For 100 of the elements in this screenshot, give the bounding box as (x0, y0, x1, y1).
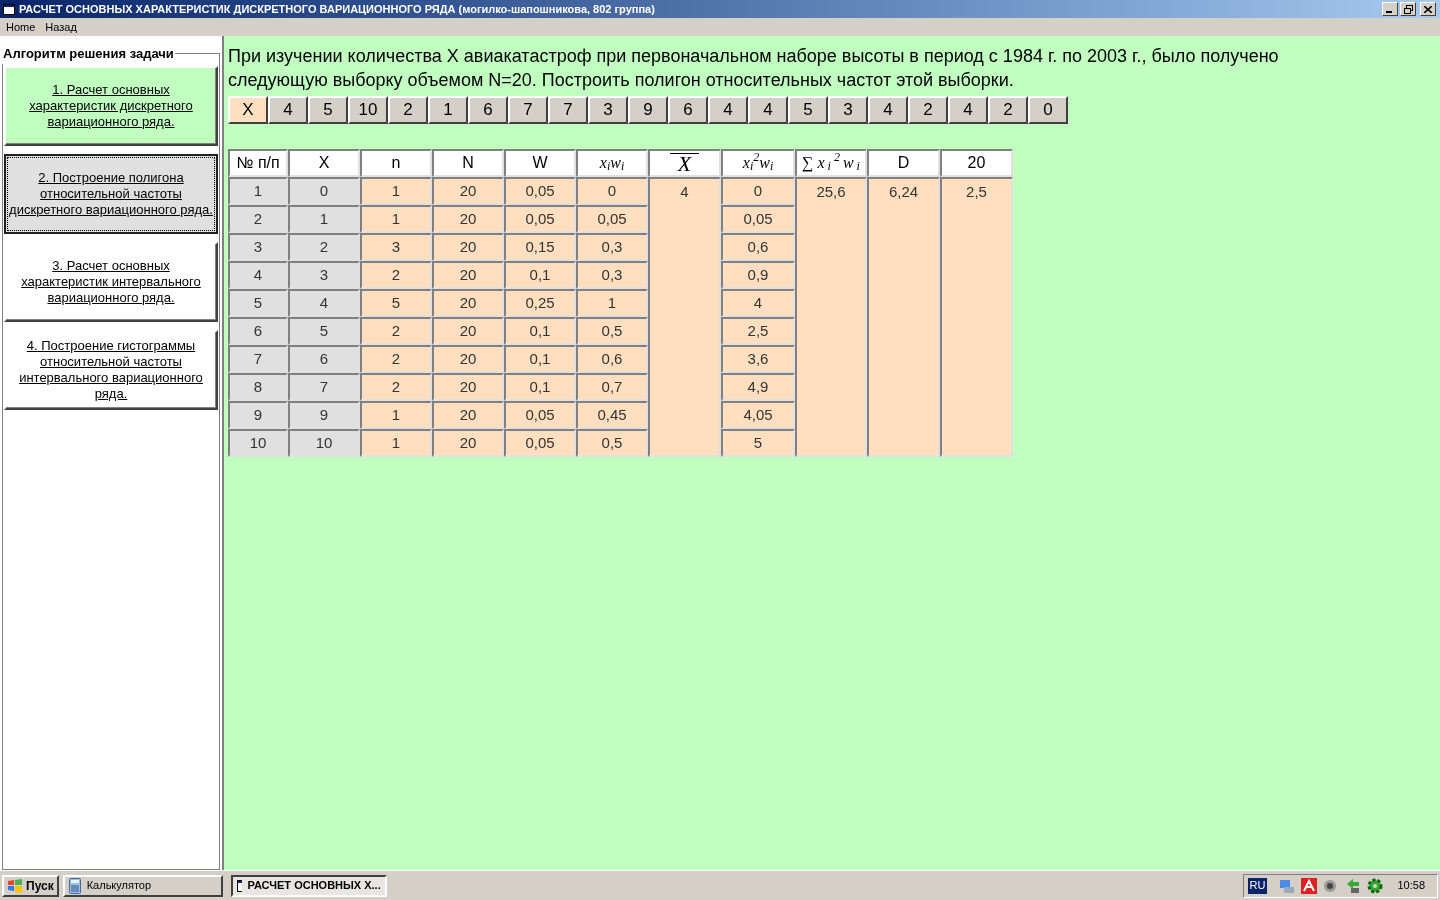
restore-button[interactable] (1400, 2, 1416, 16)
sample-cell: 2 (988, 96, 1028, 124)
table-cell: 6 (288, 345, 360, 373)
sample-cell: 2 (908, 96, 948, 124)
column-header: N (432, 149, 504, 177)
start-button[interactable]: Пуск (2, 874, 59, 897)
table-cell: 0,25 (504, 289, 576, 317)
column-header: n (360, 149, 432, 177)
minimize-button[interactable] (1382, 2, 1398, 16)
table-cell: 0 (288, 177, 360, 205)
table-cell: 7 (288, 373, 360, 401)
table-cell: 10 (228, 429, 288, 457)
table-cell: 2 (360, 345, 432, 373)
group-title: Алгоритм решения задачи (2, 45, 175, 63)
task-text: При изучении количества X авиакатастроф при первоначальном наборе высоты в период с 1984 г. по 2003 г., было получено следующую выборку объемом N=20. Построить полигон относительных частот этой выборки. (228, 45, 1280, 92)
sample-cell: 6 (468, 96, 508, 124)
window-icon (236, 879, 242, 892)
table-cell: 25,6 (795, 177, 867, 457)
column-header: D (867, 149, 940, 177)
sample-cell: 4 (948, 96, 988, 124)
sample-cell: 10 (348, 96, 388, 124)
sample-cell: 7 (508, 96, 548, 124)
calculator-icon (68, 877, 81, 894)
sample-cell: 4 (748, 96, 788, 124)
table-cell: 20 (432, 345, 504, 373)
table-cell: 4 (288, 289, 360, 317)
table-cell: 0,05 (721, 205, 795, 233)
table-cell: 2 (360, 373, 432, 401)
table-cell: 0,1 (504, 317, 576, 345)
table-cell: 20 (432, 289, 504, 317)
table-cell: 0,3 (576, 233, 648, 261)
table-cell: 0,5 (576, 317, 648, 345)
table-cell: 5 (228, 289, 288, 317)
table-cell: 0 (576, 177, 648, 205)
table-cell: 2,5 (721, 317, 795, 345)
taskbar-button[interactable]: РАСЧЕТ ОСНОВНЫХ Х... (230, 874, 387, 897)
table-cell: 1 (360, 177, 432, 205)
table-cell: 2,5 (940, 177, 1013, 457)
table-cell: 20 (432, 317, 504, 345)
sample-cell: 0 (1028, 96, 1068, 124)
menu-button[interactable]: 1. Расчет основных характеристик дискретного вариационного ряда. (4, 65, 218, 146)
clock: 10:58 (1397, 878, 1425, 894)
taskbar-button[interactable]: Калькулятор (62, 874, 223, 897)
table-cell: 5 (721, 429, 795, 457)
table-cell: 0,05 (576, 205, 648, 233)
sample-cell: 2 (388, 96, 428, 124)
column-header: № п/п (228, 149, 288, 177)
language-indicator[interactable]: RU (1247, 877, 1268, 894)
table-cell: 2 (288, 233, 360, 261)
restore-icon (1403, 4, 1413, 14)
gear-icon[interactable] (1367, 877, 1384, 894)
table-cell: 5 (360, 289, 432, 317)
table-cell: 3,6 (721, 345, 795, 373)
menu-button[interactable]: 3. Расчет основных характеристик интервального вариационного ряда. (4, 241, 218, 322)
sample-cell: 4 (868, 96, 908, 124)
menu-button[interactable]: 4. Построение гистограммы относительной частоты интервального вариационного ряда. (4, 329, 218, 410)
window-icon (3, 3, 15, 15)
sample-cell: 4 (268, 96, 308, 124)
menu-item[interactable]: Назад (41, 18, 81, 36)
table-cell: 9 (288, 401, 360, 429)
table-cell: 0,05 (504, 429, 576, 457)
table-cell: 20 (432, 261, 504, 289)
sample-cell: 9 (628, 96, 668, 124)
column-header: W (504, 149, 576, 177)
table-cell: 4 (648, 177, 721, 457)
table-cell: 0,1 (504, 373, 576, 401)
table-cell: 0,3 (576, 261, 648, 289)
table-cell: 0,15 (504, 233, 576, 261)
table-cell: 3 (360, 233, 432, 261)
table-cell: 0,5 (576, 429, 648, 457)
table-cell: 20 (432, 429, 504, 457)
table-cell: 8 (228, 373, 288, 401)
sample-cell: 1 (428, 96, 468, 124)
close-button[interactable] (1420, 2, 1436, 16)
sample-cell: 5 (788, 96, 828, 124)
table-cell: 9 (228, 401, 288, 429)
windows-logo (7, 878, 23, 893)
table-cell: 0 (721, 177, 795, 205)
menu-button[interactable]: 2. Построение полигона относительной частоты дискретного вариационного ряда. (4, 153, 218, 234)
column-header: ∑ x$_{i}$$^{2}$w$_{i}$ (795, 149, 867, 177)
table-cell: 2 (360, 261, 432, 289)
column-header: X (288, 149, 360, 177)
table-cell: 0,9 (721, 261, 795, 289)
table-cell: 3 (228, 233, 288, 261)
table-cell: 4 (721, 289, 795, 317)
table-cell: 0,05 (504, 205, 576, 233)
table-cell: 1 (288, 205, 360, 233)
table-cell: 20 (432, 233, 504, 261)
sample-label: X (228, 96, 268, 124)
table-cell: 20 (432, 373, 504, 401)
table-cell: 4,05 (721, 401, 795, 429)
table-cell: 6 (228, 317, 288, 345)
menu-item[interactable]: Home (2, 18, 40, 36)
table-cell: 4,9 (721, 373, 795, 401)
table-cell: 1 (360, 401, 432, 429)
window-title: РАСЧЕТ ОСНОВНЫХ ХАРАКТЕРИСТИК ДИСКРЕТНОГО ВАРИАЦИОННОГО РЯДА (могилко-шапошникова, 802 группа) (19, 1, 656, 17)
sample-cell: 3 (588, 96, 628, 124)
table-cell: 0,7 (576, 373, 648, 401)
column-header: x$_{i}$w$_{i}$ (576, 149, 648, 177)
column-header: x$_{i}$$^{2}$w$_{i}$ (721, 149, 795, 177)
